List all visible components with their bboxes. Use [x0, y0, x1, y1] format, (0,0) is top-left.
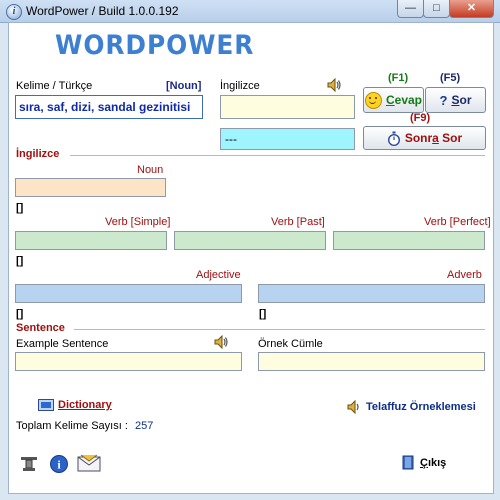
app-icon[interactable]: i [6, 4, 22, 20]
verb-simple-input[interactable] [15, 231, 167, 250]
kelime-label: Kelime / Türkçe [16, 80, 93, 92]
total-words-value: 257 [135, 420, 154, 432]
part-of-speech-tag: [Noun] [166, 80, 202, 92]
english-section-title: İngilizce [16, 148, 60, 160]
speaker-icon[interactable] [326, 78, 342, 92]
turkish-word-field[interactable]: sıra, saf, dizi, sandal gezinitisi [15, 95, 203, 119]
close-button[interactable]: ✕ [449, 0, 494, 18]
f9-shortcut: (F9) [410, 112, 431, 124]
verb-simple-label: Verb [Simple] [105, 216, 171, 228]
stopwatch-icon [387, 131, 400, 146]
example-sentence-input[interactable] [15, 352, 242, 371]
verb-perfect-label: Verb [Perfect] [424, 216, 491, 228]
adverb-label: Adverb [447, 269, 482, 281]
adjective-label: Adjective [196, 269, 241, 281]
cevap-button[interactable]: Cevap [363, 87, 424, 113]
verb-past-input[interactable] [174, 231, 326, 250]
smiley-icon [364, 91, 382, 109]
adjective-brackets: [] [16, 308, 24, 320]
sentence-section-title: Sentence [16, 322, 65, 334]
noun-label: Noun [137, 164, 164, 176]
sor-button[interactable]: ? Sor [425, 87, 486, 113]
adverb-input[interactable] [258, 284, 485, 303]
adverb-brackets: [] [259, 308, 267, 320]
f5-shortcut: (F5) [440, 72, 461, 84]
verb-brackets: [] [16, 255, 24, 267]
dictionary-link[interactable]: Dictionary [38, 399, 112, 411]
sonra-sor-label: Sonra Sor [404, 131, 463, 145]
question-icon: ? [439, 92, 448, 108]
verb-perfect-input[interactable] [333, 231, 485, 250]
ornek-cumle-label: Örnek Cümle [258, 338, 323, 350]
dictionary-label: Dictionary [58, 399, 112, 411]
settings-icon[interactable] [19, 454, 39, 474]
adjective-input[interactable] [15, 284, 242, 303]
example-sentence-label: Example Sentence [16, 338, 109, 350]
sentence-divider [74, 329, 485, 330]
mail-icon[interactable] [77, 453, 101, 473]
minimize-button[interactable]: — [397, 0, 424, 18]
section-divider [70, 155, 485, 156]
pronunciation-speaker-icon [347, 400, 359, 414]
noun-input[interactable] [15, 178, 166, 197]
total-words-label: Toplam Kelime Sayısı : [16, 420, 128, 432]
telaffuz-link[interactable]: Telaffuz Örneklemesi [346, 400, 476, 414]
window-title: WordPower / Build 1.0.0.192 [26, 4, 179, 18]
turkish-word-value: sıra, saf, dizi, sandal gezinitisi [19, 100, 191, 114]
sor-label: Sor [451, 93, 472, 107]
exit-button[interactable]: Çıkış [402, 455, 446, 470]
sentence-speaker-icon[interactable] [213, 335, 229, 349]
info-icon[interactable]: i [49, 454, 69, 474]
f1-shortcut: (F1) [388, 72, 409, 84]
dictionary-icon [38, 399, 54, 411]
maximize-button[interactable]: □ [423, 0, 450, 18]
exit-door-icon [402, 455, 414, 470]
ornek-cumle-input[interactable] [258, 352, 485, 371]
english-answer-input[interactable] [220, 95, 355, 119]
cevap-label: Cevap [385, 93, 423, 107]
ingilizce-label: İngilizce [220, 80, 260, 92]
telaffuz-label: Telaffuz Örneklemesi [366, 401, 476, 413]
exit-label: Çıkış [420, 456, 447, 469]
verb-past-label: Verb [Past] [271, 216, 325, 228]
sonra-sor-button[interactable]: Sonra Sor [363, 126, 486, 150]
app-logo: WORDPOWER [55, 30, 255, 61]
noun-brackets: [] [16, 202, 24, 214]
english-hint-field[interactable]: --- [220, 128, 355, 150]
